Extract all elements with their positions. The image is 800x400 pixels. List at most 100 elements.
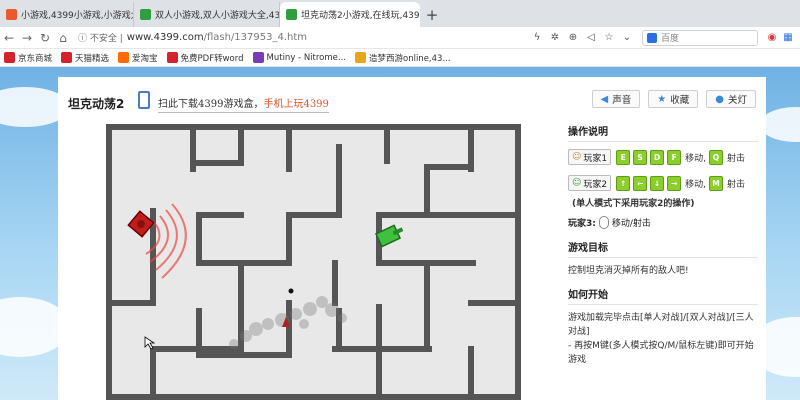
instructions-panel: 操作说明 ☺ 玩家1 E S D F 移动, Q 射击 ☺ 玩家2 ↑ ← ↓ → … xyxy=(568,123,758,375)
favorite-label: 收藏 xyxy=(670,95,690,106)
bookmark-label: 爱淘宝 xyxy=(132,53,158,64)
address-toolbar: ← → ↻ ⌂ ⓘ 不安全 | www.4399.com/flash/13795… xyxy=(0,27,800,49)
game-canvas[interactable] xyxy=(106,124,521,400)
start-heading: 如何开始 xyxy=(568,286,758,305)
promo-highlight: 手机上玩4399 xyxy=(263,99,329,110)
red-tank xyxy=(127,210,155,238)
key-cap: ← xyxy=(633,175,648,191)
reload-icon[interactable]: ↻ xyxy=(36,31,54,45)
bookmark-favicon-icon xyxy=(4,52,15,63)
bookmark-label: 天猫精选 xyxy=(75,53,110,64)
share-icon[interactable]: ◁ xyxy=(582,32,600,43)
tab-title: 双人小游戏,双人小游戏大全,4399双 xyxy=(155,11,280,21)
url-path: /flash/137953_4.htm xyxy=(203,32,308,43)
forward-arrow-icon[interactable]: → xyxy=(18,31,36,45)
bookmark-item[interactable]: Mutiny - Nitrome... xyxy=(252,52,346,63)
bulb-icon: ● xyxy=(715,93,724,105)
player1-label: 玩家1 xyxy=(583,153,608,164)
page-background: 坦克动荡2 扫此下载4399游戏盒，手机上玩4399 ◀ 声音 ★ 收藏 ● 关灯 xyxy=(0,67,800,400)
lights-off-button[interactable]: ● 关灯 xyxy=(706,90,756,108)
player3-label: 玩家3: xyxy=(568,219,596,229)
player3-text: 移动/射击 xyxy=(611,219,651,229)
start-text-line2: - 再按M键(多人模式按Q/M/鼠标左键)即可开始游戏 xyxy=(568,341,754,365)
key-cap: S xyxy=(633,149,648,165)
home-icon[interactable]: ⌂ xyxy=(54,31,72,45)
browser-tab-active[interactable]: 坦克动荡2小游戏,在线玩,4399小 ✕ xyxy=(280,2,420,27)
key-cap: ↓ xyxy=(650,175,665,191)
tab-title: 小游戏,4399小游戏,小游戏大全,双人 xyxy=(21,11,133,21)
key-cap: F xyxy=(667,149,682,165)
player2-controls: ☺ 玩家2 ↑ ← ↓ → 移动, M 射击 xyxy=(568,174,758,192)
mouse-icon xyxy=(598,216,609,229)
extension-icon[interactable]: ◉ xyxy=(764,32,780,43)
new-tab-button[interactable]: + xyxy=(420,2,444,27)
sound-label: 声音 xyxy=(612,95,632,106)
start-text-line1: 游戏加载完毕点击[单人对战]/[双人对战]/[三人对战] xyxy=(568,313,754,337)
extension-icon[interactable]: ▦ xyxy=(780,32,796,43)
url-field[interactable]: www.4399.com/flash/137953_4.htm xyxy=(127,32,307,43)
key-cap: E xyxy=(616,149,631,165)
bookmark-label: 京东商城 xyxy=(18,53,53,64)
sound-button[interactable]: ◀ 声音 xyxy=(591,90,641,108)
zoom-icon[interactable]: ⊕ xyxy=(564,32,582,43)
site-favicon-icon xyxy=(286,9,297,20)
site-favicon-icon xyxy=(140,9,151,20)
bookmark-item[interactable]: 造梦西游online,43... xyxy=(355,52,451,64)
bookmark-favicon-icon xyxy=(61,52,73,63)
search-placeholder: 百度 xyxy=(661,34,680,44)
tab-title: 坦克动荡2小游戏,在线玩,4399小 xyxy=(301,11,420,21)
lights-off-label: 关灯 xyxy=(727,95,747,106)
player1-badge: ☺ 玩家1 xyxy=(568,149,612,165)
key-cap: Q xyxy=(709,149,723,165)
key-cap: M xyxy=(709,175,723,191)
player3-controls: 玩家3: 移动/射击 xyxy=(568,216,758,229)
maze-walls xyxy=(106,124,521,400)
url-host: www.4399.com xyxy=(126,32,204,43)
back-arrow-icon[interactable]: ← xyxy=(0,31,18,45)
move-label: 移动, xyxy=(685,153,706,164)
fire-label: 射击 xyxy=(727,179,746,190)
key-cap: → xyxy=(667,175,682,191)
bookmark-item[interactable]: 京东商城 xyxy=(4,52,52,64)
security-label: 不安全 xyxy=(89,34,117,44)
bookmark-favicon-icon xyxy=(355,52,366,63)
single-mode-note: (单人模式下采用玩家2的操作) xyxy=(572,199,695,209)
phone-icon xyxy=(138,91,150,109)
bookmark-favicon-icon xyxy=(118,52,130,63)
bookmark-label: 造梦西游online,43... xyxy=(369,53,451,64)
goal-heading: 游戏目标 xyxy=(568,239,758,258)
speaker-icon: ◀ xyxy=(600,93,609,105)
bookmark-star-icon[interactable]: ☆ xyxy=(600,32,618,43)
bookmark-item[interactable]: 免费PDF转word xyxy=(166,52,244,64)
player1-controls: ☺ 玩家1 E S D F 移动, Q 射击 xyxy=(568,148,758,166)
mouse-cursor-icon xyxy=(144,336,156,350)
game-card: 坦克动荡2 扫此下载4399游戏盒，手机上玩4399 ◀ 声音 ★ 收藏 ● 关灯 xyxy=(58,77,766,400)
security-indicator[interactable]: ⓘ 不安全 | xyxy=(78,31,123,44)
bookmark-label: Mutiny - Nitrome... xyxy=(266,52,346,63)
key-cap: ↑ xyxy=(616,175,631,191)
bullet xyxy=(288,288,294,294)
bookmark-label: 免费PDF转word xyxy=(180,53,244,64)
download-promo[interactable]: 扫此下载4399游戏盒，手机上玩4399 xyxy=(158,95,329,113)
translate-icon[interactable]: ✲ xyxy=(546,32,564,43)
site-favicon-icon xyxy=(6,9,17,20)
browser-tab[interactable]: 小游戏,4399小游戏,小游戏大全,双人 xyxy=(0,2,134,27)
cloud-decoration xyxy=(760,107,800,142)
bookmarks-bar: 京东商城 天猫精选 爱淘宝 免费PDF转word Mutiny - Nitrom… xyxy=(0,49,800,67)
instructions-heading: 操作说明 xyxy=(568,123,758,142)
promo-text: 扫此下载4399游戏盒， xyxy=(158,99,264,110)
player-avatar-icon: ☺ xyxy=(572,152,582,162)
baidu-logo-icon xyxy=(647,32,657,43)
bookmark-item[interactable]: 爱淘宝 xyxy=(118,52,158,64)
favorite-button[interactable]: ★ 收藏 xyxy=(648,90,699,108)
key-cap: D xyxy=(650,149,665,165)
star-icon: ★ xyxy=(657,93,667,105)
bookmark-favicon-icon xyxy=(252,52,264,63)
bookmark-favicon-icon xyxy=(166,52,178,63)
dropdown-chevron-icon[interactable]: ⌄ xyxy=(618,32,636,43)
search-box[interactable]: 百度 xyxy=(642,29,758,46)
browser-tab[interactable]: 双人小游戏,双人小游戏大全,4399双 xyxy=(134,2,280,27)
goal-text: 控制坦克消灭掉所有的敌人吧! xyxy=(568,266,689,276)
bookmark-item[interactable]: 天猫精选 xyxy=(61,52,109,64)
lightning-icon[interactable]: ϟ xyxy=(528,32,546,43)
